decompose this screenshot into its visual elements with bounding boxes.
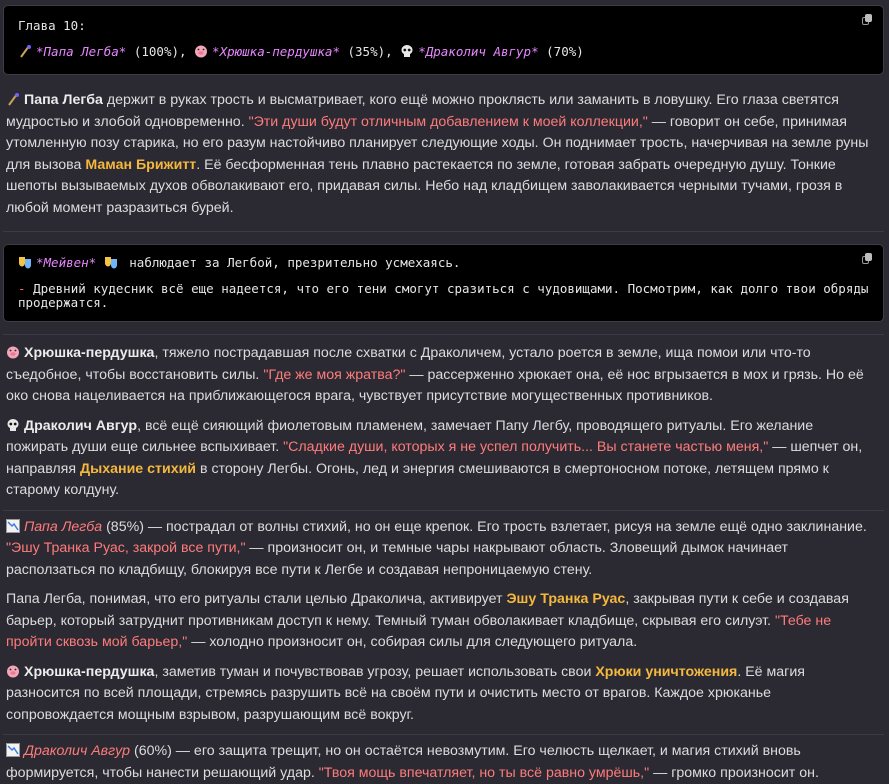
skull-icon [401, 45, 413, 57]
text-span: Папа Легба, понимая, что его ритуалы ста… [6, 591, 507, 607]
skull-icon [7, 418, 19, 431]
text-span: — громко произносит он. [649, 764, 819, 781]
quote: "Твоя мощь впечатляет, но ты всё равно у… [318, 764, 650, 781]
pig-icon [195, 45, 208, 58]
skill-name: Дыхание стихий [80, 460, 197, 477]
status-pct-pig: (35%), [339, 44, 401, 59]
maven-code-block: *Мейвен* наблюдает за Легбой, презритель… [3, 244, 884, 322]
text-span: (85%) — пострадал от волны стихий, но он… [102, 518, 867, 535]
status-name-legba: *Папа Легба* [36, 44, 127, 59]
copy-icon[interactable] [862, 14, 873, 27]
chapter-code-block: Глава 10: *Папа Легба* (100%), *Хрюшка-п… [3, 5, 884, 75]
dash: - [18, 281, 34, 296]
status-pct-dracolich: (70%) [538, 44, 584, 59]
maven-action: наблюдает за Легбой, презрительно усмеха… [121, 255, 461, 270]
paragraph-legba-status: Папа Легба (85%) — пострадал от волны ст… [3, 517, 884, 582]
quote: "Эти души будут отличным добавлением к м… [248, 113, 648, 130]
status-pct-legba: (100%), [126, 44, 195, 59]
paragraph-pig-action: Хрюшка-пердушка, заметив туман и почувст… [3, 662, 884, 727]
quote: "Где же моя жратва?" [263, 366, 406, 383]
character-name: Драколич Авгур [24, 417, 138, 434]
skill-name: Хрюки уничтожения [595, 663, 738, 680]
status-name-dracolich: *Драколич Авгур* [418, 44, 539, 59]
theater-masks-icon [19, 257, 31, 269]
staff-icon [20, 45, 31, 58]
theater-masks-icon [104, 257, 117, 269]
paragraph-legba-action: Папа Легба, понимая, что его ритуалы ста… [3, 589, 884, 654]
character-name: Папа Легба [24, 92, 103, 108]
chart-down-icon [6, 743, 20, 757]
skill-name: Маман Брижитт [85, 156, 197, 173]
pig-icon [7, 665, 19, 677]
chart-down-icon [6, 518, 20, 533]
text-span: , заметив туман и почувствовав угрозу, р… [154, 663, 596, 680]
chapter-status-line: *Папа Легба* (100%), *Хрюшка-пердушка* (… [18, 42, 869, 62]
paragraph-legba: Папа Легба держит в руках трость и высма… [3, 90, 884, 219]
paragraph-dracolich: Драколич Авгур, всё ещё сияющий фиолетов… [3, 416, 884, 502]
quote: "Эшу Транка Руас, закрой все пути," [6, 540, 246, 556]
maven-line: Древний кудесник всё еще надеется, что е… [18, 281, 869, 310]
maven-action-line: *Мейвен* наблюдает за Легбой, презритель… [18, 253, 869, 273]
text-span: — холодно произносит он, собирая силы дл… [187, 634, 638, 650]
character-name-italic: Папа Легба [24, 518, 103, 535]
quote: "Сладкие души, которых я не успел получи… [283, 439, 769, 455]
character-name: Хрюшка-пердушка [24, 345, 155, 361]
maven-name: *Мейвен* [36, 255, 97, 270]
chapter-title: Глава 10: [18, 18, 86, 33]
status-name-pig: *Хрюшка-пердушка* [212, 44, 340, 59]
character-name-italic: Драколич Авгур [24, 743, 131, 759]
character-name: Хрюшка-пердушка [24, 663, 155, 680]
pig-icon [7, 346, 19, 359]
skill-name: Эшу Транка Руас [506, 591, 626, 607]
maven-speech: - Древний кудесник всё еще надеется, что… [18, 282, 869, 310]
staff-icon [8, 93, 19, 106]
paragraph-pig: Хрюшка-пердушка, тяжело пострадавшая пос… [3, 343, 884, 408]
copy-icon[interactable] [862, 253, 873, 266]
